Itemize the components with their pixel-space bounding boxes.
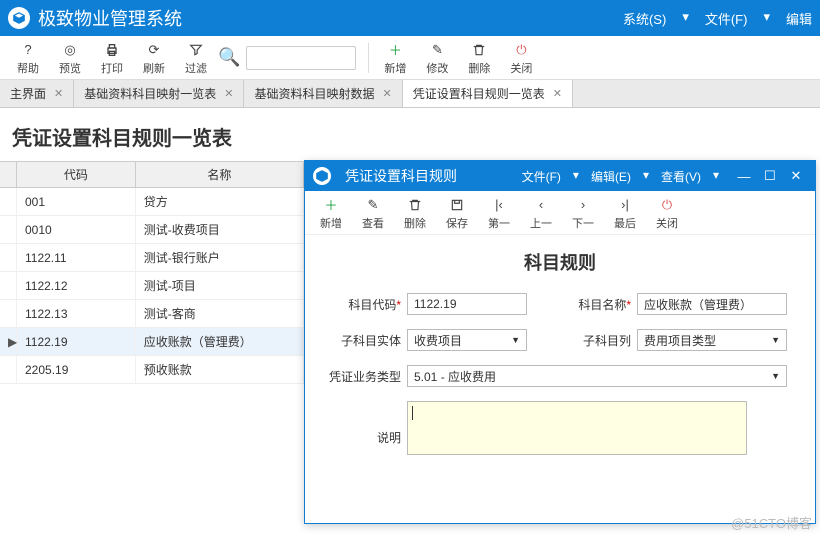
dlg-prev-button[interactable]: ‹上一 (521, 193, 561, 233)
label-code: 科目代码* (321, 296, 401, 313)
cell-name: 测试-收费项目 (136, 216, 304, 243)
dialog-menu-file[interactable]: 文件(F) (522, 168, 561, 185)
dialog-titlebar[interactable]: 凭证设置科目规则 文件(F)▾ 编辑(E)▾ 查看(V)▾ — ☐ ✕ (305, 161, 815, 191)
field-name[interactable]: 应收账款（管理费） (637, 293, 787, 315)
content-area: 凭证设置科目规则一览表 代码 名称 001贷方0010测试-收费项目1122.1… (0, 108, 820, 536)
dlg-add-button[interactable]: ＋新增 (311, 193, 351, 233)
cell-code: 2205.19 (17, 356, 136, 383)
cell-name: 测试-客商 (136, 300, 304, 327)
menu-file[interactable]: 文件(F) (705, 9, 748, 28)
main-menu: 系统(S) ▾ 文件(F) ▾ 编辑 (623, 9, 812, 28)
dialog-toolbar: ＋新增 ✎查看 删除 保存 |‹第一 ‹上一 ›下一 ›|最后 ⏻关闭 (305, 191, 815, 235)
col-code[interactable]: 代码 (17, 162, 136, 187)
label-sub-entity: 子科目实体 (321, 332, 401, 349)
cell-code: 1122.13 (17, 300, 136, 327)
cell-code: 1122.19 (17, 328, 136, 355)
table-row[interactable]: 1122.13测试-客商 (0, 300, 304, 328)
cell-name: 预收账款 (136, 356, 304, 383)
cell-code: 0010 (17, 216, 136, 243)
tab-mapping-data[interactable]: 基础资料科目映射数据✕ (244, 80, 402, 107)
data-grid[interactable]: 代码 名称 001贷方0010测试-收费项目1122.11测试-银行账户1122… (0, 161, 304, 384)
cell-code: 001 (17, 188, 136, 215)
label-biz-type: 凭证业务类型 (321, 368, 401, 385)
page-title: 凭证设置科目规则一览表 (0, 108, 820, 161)
chevron-down-icon: ▼ (511, 335, 520, 345)
field-code[interactable]: 1122.19 (407, 293, 527, 315)
label-name: 科目名称* (551, 296, 631, 313)
preview-button[interactable]: ◎预览 (50, 38, 90, 78)
delete-button[interactable]: 删除 (459, 38, 499, 78)
table-row[interactable]: 2205.19预收账款 (0, 356, 304, 384)
app-title: 极致物业管理系统 (38, 5, 623, 31)
search-icon: 🔍 (218, 47, 240, 68)
cell-name: 应收账款（管理费） (136, 328, 304, 355)
app-titlebar: 极致物业管理系统 系统(S) ▾ 文件(F) ▾ 编辑 (0, 0, 820, 36)
grid-header: 代码 名称 (0, 161, 304, 188)
dlg-close-button[interactable]: ⏻关闭 (647, 193, 687, 233)
tab-voucher-rules[interactable]: 凭证设置科目规则一览表✕ (403, 80, 573, 107)
print-button[interactable]: 打印 (92, 38, 132, 78)
tab-mapping-list[interactable]: 基础资料科目映射一览表✕ (74, 80, 244, 107)
cell-code: 1122.11 (17, 244, 136, 271)
cell-name: 测试-项目 (136, 272, 304, 299)
menu-edit[interactable]: 编辑 (786, 9, 812, 28)
dlg-view-button[interactable]: ✎查看 (353, 193, 393, 233)
table-row[interactable]: 0010测试-收费项目 (0, 216, 304, 244)
table-row[interactable]: 1122.12测试-项目 (0, 272, 304, 300)
dlg-next-button[interactable]: ›下一 (563, 193, 603, 233)
chevron-down-icon: ▼ (771, 371, 780, 381)
rule-dialog: 凭证设置科目规则 文件(F)▾ 编辑(E)▾ 查看(V)▾ — ☐ ✕ ＋新增 … (304, 160, 816, 524)
dialog-heading: 科目规则 (321, 249, 799, 275)
dialog-title: 凭证设置科目规则 (345, 166, 457, 186)
dlg-last-button[interactable]: ›|最后 (605, 193, 645, 233)
field-biz-type[interactable]: 5.01 - 应收费用▼ (407, 365, 787, 387)
close-icon[interactable]: ✕ (382, 87, 391, 100)
cell-name: 贷方 (136, 188, 304, 215)
dlg-save-button[interactable]: 保存 (437, 193, 477, 233)
tab-main[interactable]: 主界面✕ (0, 80, 74, 107)
toolbar-separator (368, 43, 369, 73)
field-sub-col[interactable]: 费用项目类型▼ (637, 329, 787, 351)
minimize-icon[interactable]: — (733, 166, 755, 186)
cell-name: 测试-银行账户 (136, 244, 304, 271)
close-icon[interactable]: ✕ (785, 166, 807, 186)
app-logo-icon (8, 7, 30, 29)
close-icon[interactable]: ✕ (54, 87, 63, 100)
table-row[interactable]: 1122.11测试-银行账户 (0, 244, 304, 272)
close-button[interactable]: ⏻关闭 (501, 38, 541, 78)
col-name[interactable]: 名称 (136, 162, 304, 187)
dialog-logo-icon (313, 167, 331, 185)
menu-system[interactable]: 系统(S) (623, 9, 666, 28)
label-desc: 说明 (321, 429, 401, 446)
refresh-button[interactable]: ⟳刷新 (134, 38, 174, 78)
tab-bar: 主界面✕ 基础资料科目映射一览表✕ 基础资料科目映射数据✕ 凭证设置科目规则一览… (0, 80, 820, 108)
chevron-down-icon: ▼ (771, 335, 780, 345)
watermark: @51CTO博客 (731, 513, 812, 532)
dialog-menu-edit[interactable]: 编辑(E) (591, 168, 631, 185)
dialog-menu-view[interactable]: 查看(V) (661, 168, 701, 185)
field-desc[interactable] (407, 401, 747, 455)
help-button[interactable]: ?帮助 (8, 38, 48, 78)
label-sub-col: 子科目列 (551, 332, 631, 349)
modify-button[interactable]: ✎修改 (417, 38, 457, 78)
search-input[interactable] (246, 46, 356, 70)
field-sub-entity[interactable]: 收费项目▼ (407, 329, 527, 351)
table-row[interactable]: 001贷方 (0, 188, 304, 216)
cell-code: 1122.12 (17, 272, 136, 299)
add-button[interactable]: ＋新增 (375, 38, 415, 78)
table-row[interactable]: ▶1122.19应收账款（管理费） (0, 328, 304, 356)
text-cursor (412, 406, 413, 420)
dlg-first-button[interactable]: |‹第一 (479, 193, 519, 233)
dlg-delete-button[interactable]: 删除 (395, 193, 435, 233)
filter-button[interactable]: 过滤 (176, 38, 216, 78)
close-icon[interactable]: ✕ (553, 87, 562, 100)
maximize-icon[interactable]: ☐ (759, 166, 781, 186)
main-toolbar: ?帮助 ◎预览 打印 ⟳刷新 过滤 🔍 ＋新增 ✎修改 删除 ⏻关闭 (0, 36, 820, 80)
close-icon[interactable]: ✕ (224, 87, 233, 100)
